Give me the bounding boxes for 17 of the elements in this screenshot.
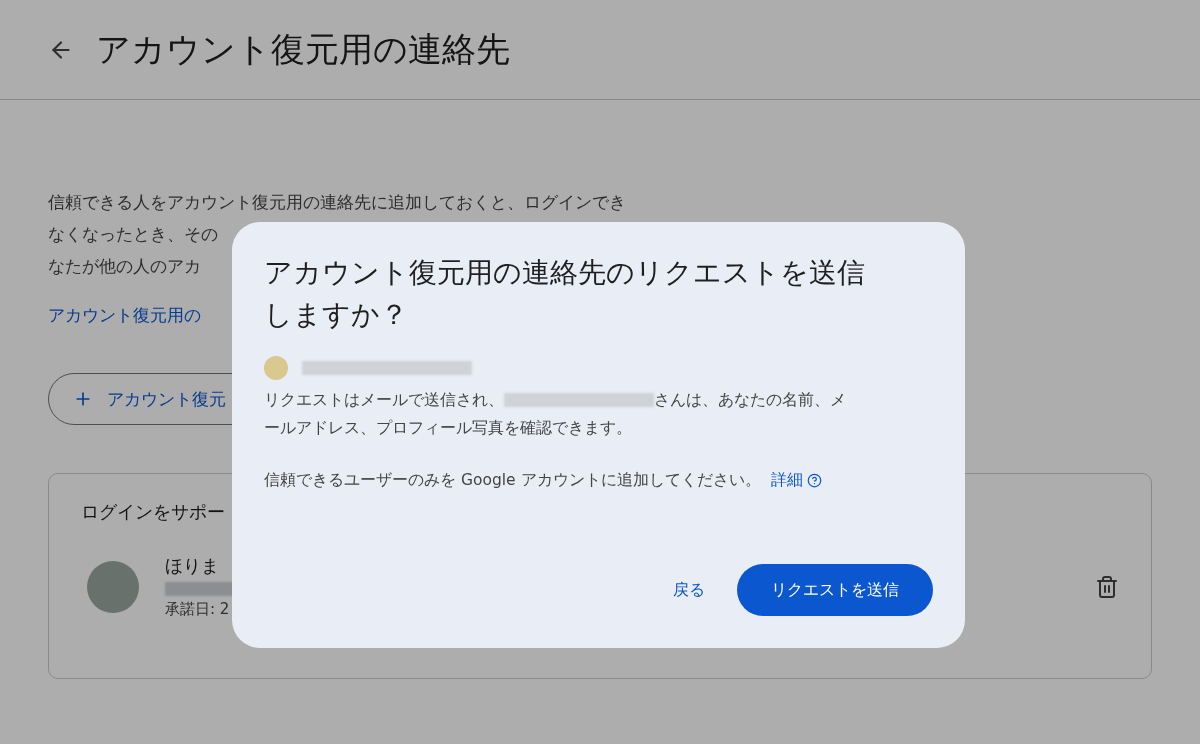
contact-name: ほりま [165, 554, 220, 578]
body-text: さんは、あなたの名前、メ [654, 390, 846, 411]
avatar [264, 356, 288, 380]
details-link[interactable]: 詳細 [770, 470, 822, 491]
back-button[interactable]: 戻る [653, 564, 725, 616]
note-text: 信頼できるユーザーのみを Google アカウントに追加してください。 [264, 470, 761, 491]
page-title: アカウント復元用の連絡先 [96, 27, 510, 71]
dialog-title: アカウント復元用の連絡先のリクエストを送信しますか？ [264, 255, 866, 333]
description-text: 信頼できる人をアカウント復元用の連絡先に追加しておくと、ログインでき [48, 191, 626, 214]
description-text: なたが他の人のアカ [48, 255, 201, 278]
avatar [87, 560, 139, 613]
delete-icon[interactable] [1095, 574, 1119, 599]
send-request-button[interactable]: リクエストを送信 [737, 564, 933, 616]
description-text: なくなったとき、その [48, 223, 218, 246]
card-title: ログインをサポー [81, 500, 226, 524]
help-icon [806, 473, 822, 488]
accepted-date: 承諾日: 2 [165, 600, 231, 619]
